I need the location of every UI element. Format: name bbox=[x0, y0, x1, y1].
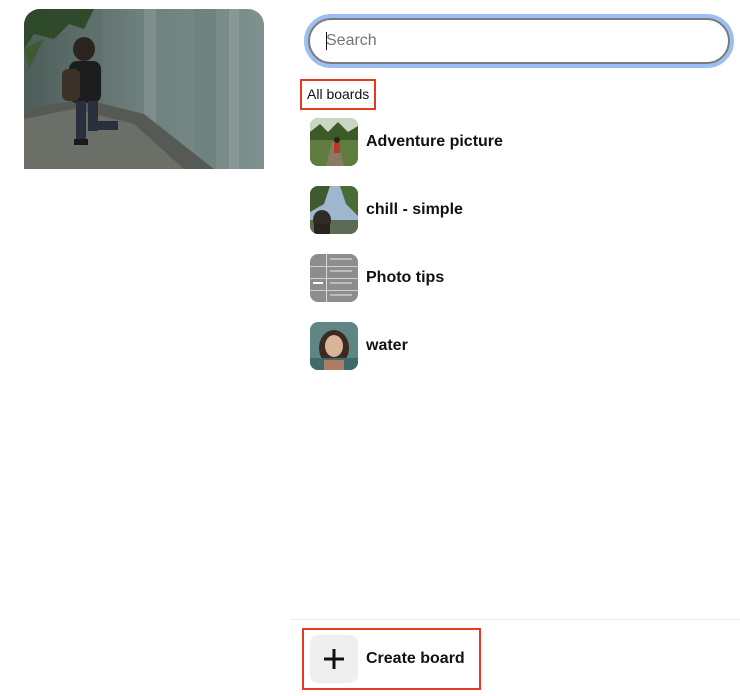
save-to-board-panel: All boards Adventure picture bbox=[0, 0, 740, 696]
board-name: Photo tips bbox=[366, 269, 445, 286]
pin-preview-image bbox=[24, 9, 264, 169]
board-item-chill-simple[interactable]: chill - simple bbox=[310, 186, 730, 234]
section-label-all-boards: All boards bbox=[300, 79, 377, 110]
board-name: Adventure picture bbox=[366, 133, 503, 150]
board-name: water bbox=[366, 337, 408, 354]
board-name: chill - simple bbox=[366, 201, 463, 218]
board-thumbnail bbox=[310, 186, 358, 234]
create-board-button[interactable]: Create board bbox=[302, 628, 481, 690]
create-board-label: Create board bbox=[366, 650, 465, 667]
board-item-photo-tips[interactable]: Photo tips bbox=[310, 254, 730, 302]
search-field bbox=[304, 14, 734, 68]
board-item-adventure-picture[interactable]: Adventure picture bbox=[310, 118, 730, 166]
board-thumbnail bbox=[310, 118, 358, 166]
board-item-water[interactable]: water bbox=[310, 322, 730, 370]
text-caret bbox=[326, 32, 327, 50]
board-thumbnail bbox=[310, 254, 358, 302]
board-thumbnail bbox=[310, 322, 358, 370]
plus-icon bbox=[310, 635, 358, 683]
search-input[interactable] bbox=[322, 18, 716, 64]
footer-divider bbox=[290, 619, 740, 620]
board-list: Adventure picture chill - simple Photo t… bbox=[310, 118, 730, 390]
